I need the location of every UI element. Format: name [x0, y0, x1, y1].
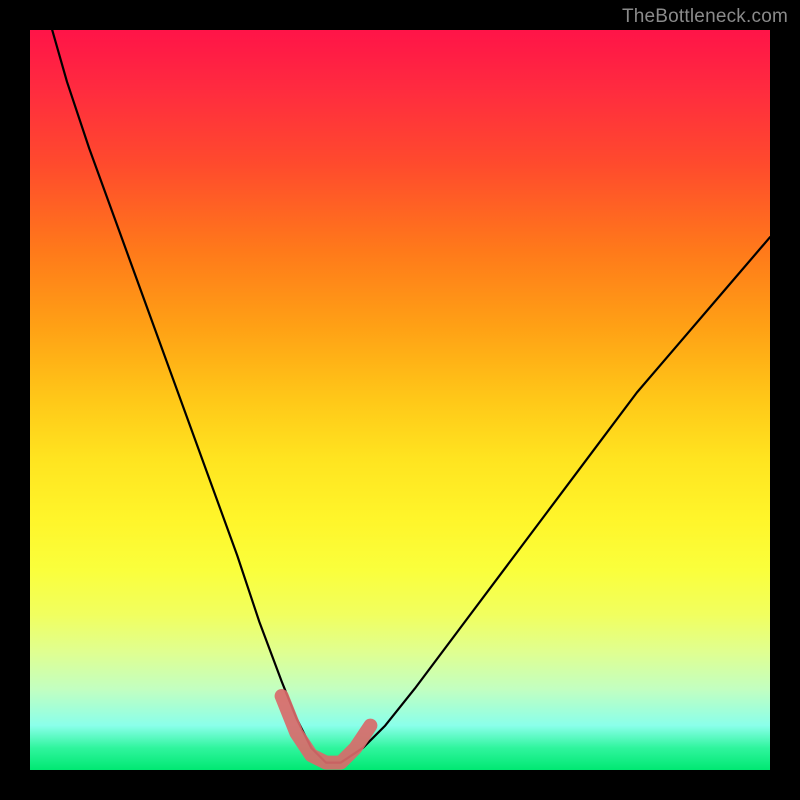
highlight-segment — [282, 696, 371, 763]
curve-svg — [30, 30, 770, 770]
bottleneck-curve — [52, 30, 770, 763]
chart-frame: TheBottleneck.com — [0, 0, 800, 800]
watermark-text: TheBottleneck.com — [622, 6, 788, 28]
plot-area — [30, 30, 770, 770]
